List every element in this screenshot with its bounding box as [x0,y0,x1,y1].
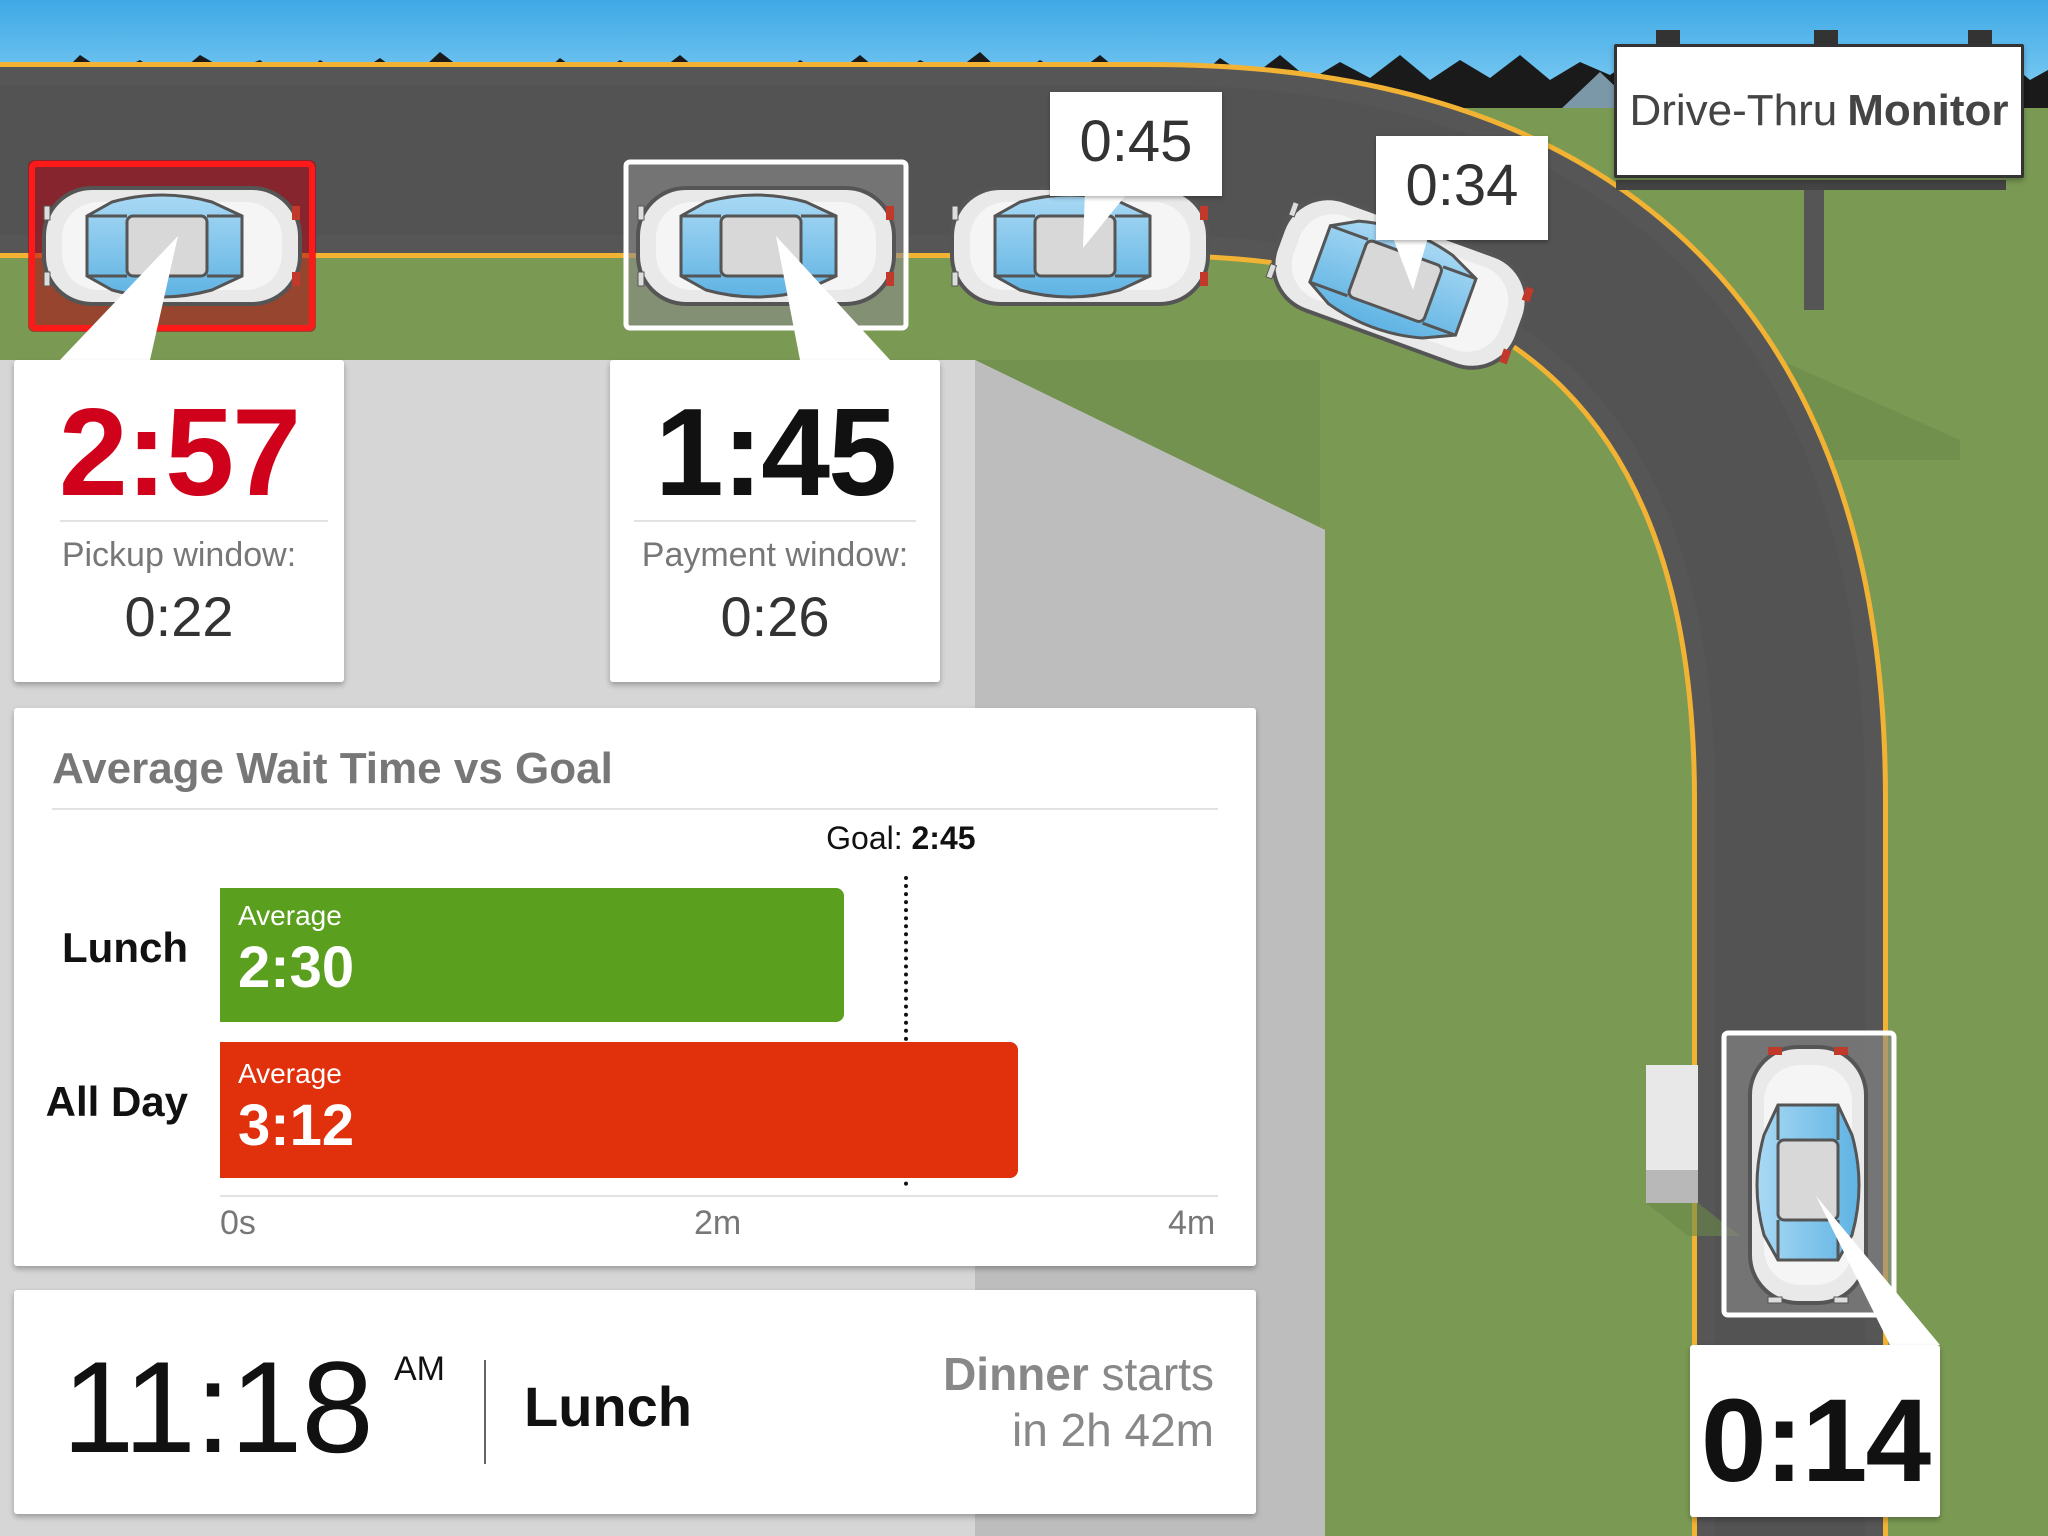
car-payment[interactable] [636,186,896,306]
current-period: Lunch [524,1375,692,1438]
clock-divider [484,1360,486,1464]
chart-title: Average Wait Time vs Goal [52,744,613,793]
timer-bubble-queue-3: 0:45 [1050,92,1222,196]
x-tick-4m: 4m [1168,1204,1216,1242]
pickup-timer: 2:57 [58,384,301,522]
bar-lunch: Average 2:30 [220,888,844,1022]
category-label-lunch: Lunch [62,924,188,971]
goal-label-value: 2:45 [911,820,976,856]
pickup-window-time: 0:22 [124,585,234,648]
payment-window-label: Payment window: [641,536,909,574]
wait-time-chart-card: Average Wait Time vs Goal Goal: 2:45 Lun… [14,708,1256,1266]
bar-all-day-value: 3:12 [238,1093,355,1158]
billboard: Drive-Thru Monitor [1614,44,2024,178]
next-meal-info: Dinner starts in 2h 42m [943,1346,1214,1458]
bar-all-day-caption: Average [238,1058,342,1089]
bar-lunch-caption: Average [238,900,342,931]
clock-card: 11:18 AM Lunch Dinner starts in 2h 42m [14,1290,1256,1514]
car-queue-3[interactable] [950,186,1210,306]
bar-lunch-value: 2:30 [238,935,355,1000]
pickup-window-card[interactable]: 2:57 Pickup window: 0:22 [14,360,344,682]
next-meal-line: Dinner starts [943,1346,1214,1402]
category-label-all-day: All Day [45,1078,188,1125]
next-meal-countdown: in 2h 42m [1011,1404,1214,1456]
clock-time: 11:18 [62,1334,374,1480]
order-timer: 0:14 [1700,1375,1931,1507]
x-axis-line [220,1195,1218,1197]
payment-window-time: 0:26 [720,585,830,648]
next-meal-text: starts [1101,1348,1214,1400]
payment-divider [634,520,916,522]
bar-all-day: Average 3:12 [220,1042,1019,1178]
clock-ampm: AM [394,1350,445,1388]
billboard-title-bold: Monitor [1847,86,2009,135]
pickup-window-label: Pickup window: [61,536,297,574]
x-tick-0s: 0s [220,1204,256,1242]
x-tick-2m: 2m [694,1204,742,1242]
next-meal-name: Dinner [943,1348,1089,1400]
chart-title-divider [52,808,1218,810]
order-timer-card[interactable]: 0:14 [1690,1345,1940,1517]
goal-label-prefix: Goal: [826,820,903,856]
payment-window-card[interactable]: 1:45 Payment window: 0:26 [610,360,940,682]
goal-label: Goal: 2:45 [826,820,975,857]
payment-timer: 1:45 [654,384,897,522]
car-order[interactable] [1748,1045,1868,1305]
timer-bubble-queue-4: 0:34 [1376,136,1548,240]
pickup-divider [60,520,328,522]
billboard-title-light: Drive-Thru [1629,86,1838,135]
